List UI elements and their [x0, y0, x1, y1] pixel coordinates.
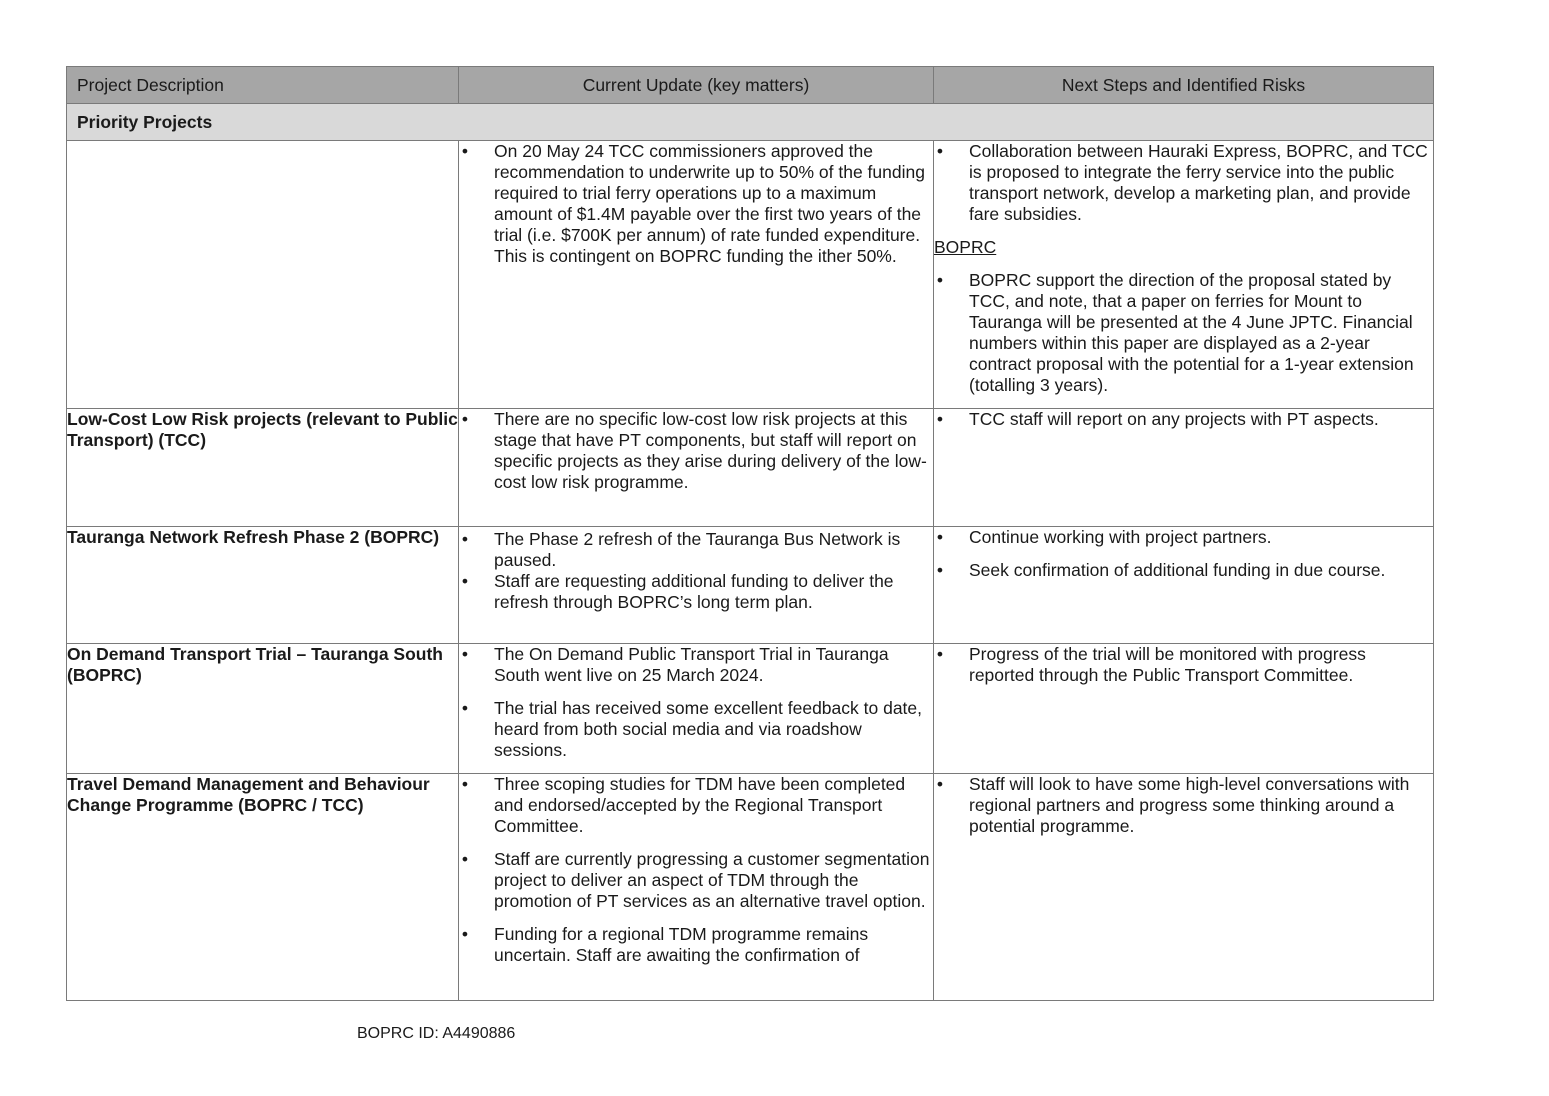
list-item: • Staff will look to have some high-level… — [935, 774, 1433, 838]
next-steps-cell: • Staff will look to have some high-level… — [933, 773, 1434, 1001]
list-item: • Three scoping studies for TDM have been… — [460, 774, 933, 838]
bullet-icon: • — [936, 141, 944, 162]
bullet-icon: • — [461, 924, 469, 944]
list-item: • Collaboration between Hauraki Express, … — [935, 141, 1433, 226]
current-update-cell: • The On Demand Public Transport Trial in… — [458, 643, 934, 774]
project-title — [66, 140, 459, 409]
table-header-row: Project Description Current Update (key … — [66, 66, 1434, 104]
table-row: Tauranga Network Refresh Phase 2 (BOPRC)… — [66, 526, 1434, 644]
project-title: Travel Demand Management and Behaviour C… — [66, 773, 459, 1001]
bullet-icon: • — [936, 560, 944, 580]
bullet-icon: • — [461, 409, 469, 430]
project-status-table: Project Description Current Update (key … — [66, 66, 1434, 1001]
bullet-icon: • — [936, 270, 944, 290]
list-item: • There are no specific low-cost low risk… — [460, 409, 933, 494]
bullet-icon: • — [461, 141, 469, 162]
table-row: • On 20 May 24 TCC commissioners approved… — [66, 140, 1434, 409]
next-steps-cell: • TCC staff will report on any projects w… — [933, 408, 1434, 527]
list-item: • TCC staff will report on any projects w… — [935, 409, 1433, 431]
list-item: • Progress of the trial will be monitored… — [935, 644, 1433, 687]
bullet-icon: • — [461, 849, 469, 869]
next-steps-cell: • Continue working with project partners.… — [933, 526, 1434, 644]
bullet-icon: • — [461, 529, 469, 549]
current-update-cell: • Three scoping studies for TDM have been… — [458, 773, 934, 1001]
bullet-icon: • — [936, 527, 944, 548]
bullet-icon: • — [936, 774, 944, 795]
table-row: Travel Demand Management and Behaviour C… — [66, 773, 1434, 1001]
list-item: • Seek confirmation of additional funding… — [935, 560, 1433, 581]
next-steps-cell: • Progress of the trial will be monitored… — [933, 643, 1434, 774]
project-title: On Demand Transport Trial – Tauranga Sou… — [66, 643, 459, 774]
table-row: Low-Cost Low Risk projects (relevant to … — [66, 408, 1434, 527]
bullet-icon: • — [936, 644, 944, 665]
current-update-cell: • On 20 May 24 TCC commissioners approved… — [458, 140, 934, 409]
header-project-description: Project Description — [66, 66, 459, 104]
bullet-icon: • — [461, 571, 469, 591]
list-item: • Staff are requesting additional funding… — [460, 571, 933, 613]
next-steps-cell: • Collaboration between Hauraki Express, … — [933, 140, 1434, 409]
sub-heading: BOPRC — [934, 237, 997, 257]
current-update-cell: • The Phase 2 refresh of the Tauranga Bus… — [458, 526, 934, 644]
list-item: • Staff are currently progressing a custo… — [460, 849, 933, 912]
section-title: Priority Projects — [66, 103, 1434, 141]
list-item: • The trial has received some excellent f… — [460, 698, 933, 761]
section-row: Priority Projects — [66, 103, 1434, 141]
project-title: Low-Cost Low Risk projects (relevant to … — [66, 408, 459, 527]
document-id: BOPRC ID: A4490886 — [357, 1025, 516, 1042]
bullet-icon: • — [461, 644, 469, 665]
bullet-icon: • — [936, 409, 944, 430]
bullet-icon: • — [461, 698, 469, 718]
list-item: • The Phase 2 refresh of the Tauranga Bus… — [460, 529, 933, 571]
list-item: • The On Demand Public Transport Trial in… — [460, 644, 933, 687]
header-current-update: Current Update (key matters) — [458, 66, 934, 104]
project-title: Tauranga Network Refresh Phase 2 (BOPRC) — [66, 526, 459, 644]
header-next-steps: Next Steps and Identified Risks — [933, 66, 1434, 104]
list-item: • Continue working with project partners. — [935, 527, 1433, 549]
list-item: • BOPRC support the direction of the prop… — [935, 270, 1433, 396]
bullet-icon: • — [461, 774, 469, 795]
list-item: • On 20 May 24 TCC commissioners approved… — [460, 141, 933, 268]
current-update-cell: • There are no specific low-cost low risk… — [458, 408, 934, 527]
list-item: • Funding for a regional TDM programme re… — [460, 924, 933, 966]
table-row: On Demand Transport Trial – Tauranga Sou… — [66, 643, 1434, 774]
